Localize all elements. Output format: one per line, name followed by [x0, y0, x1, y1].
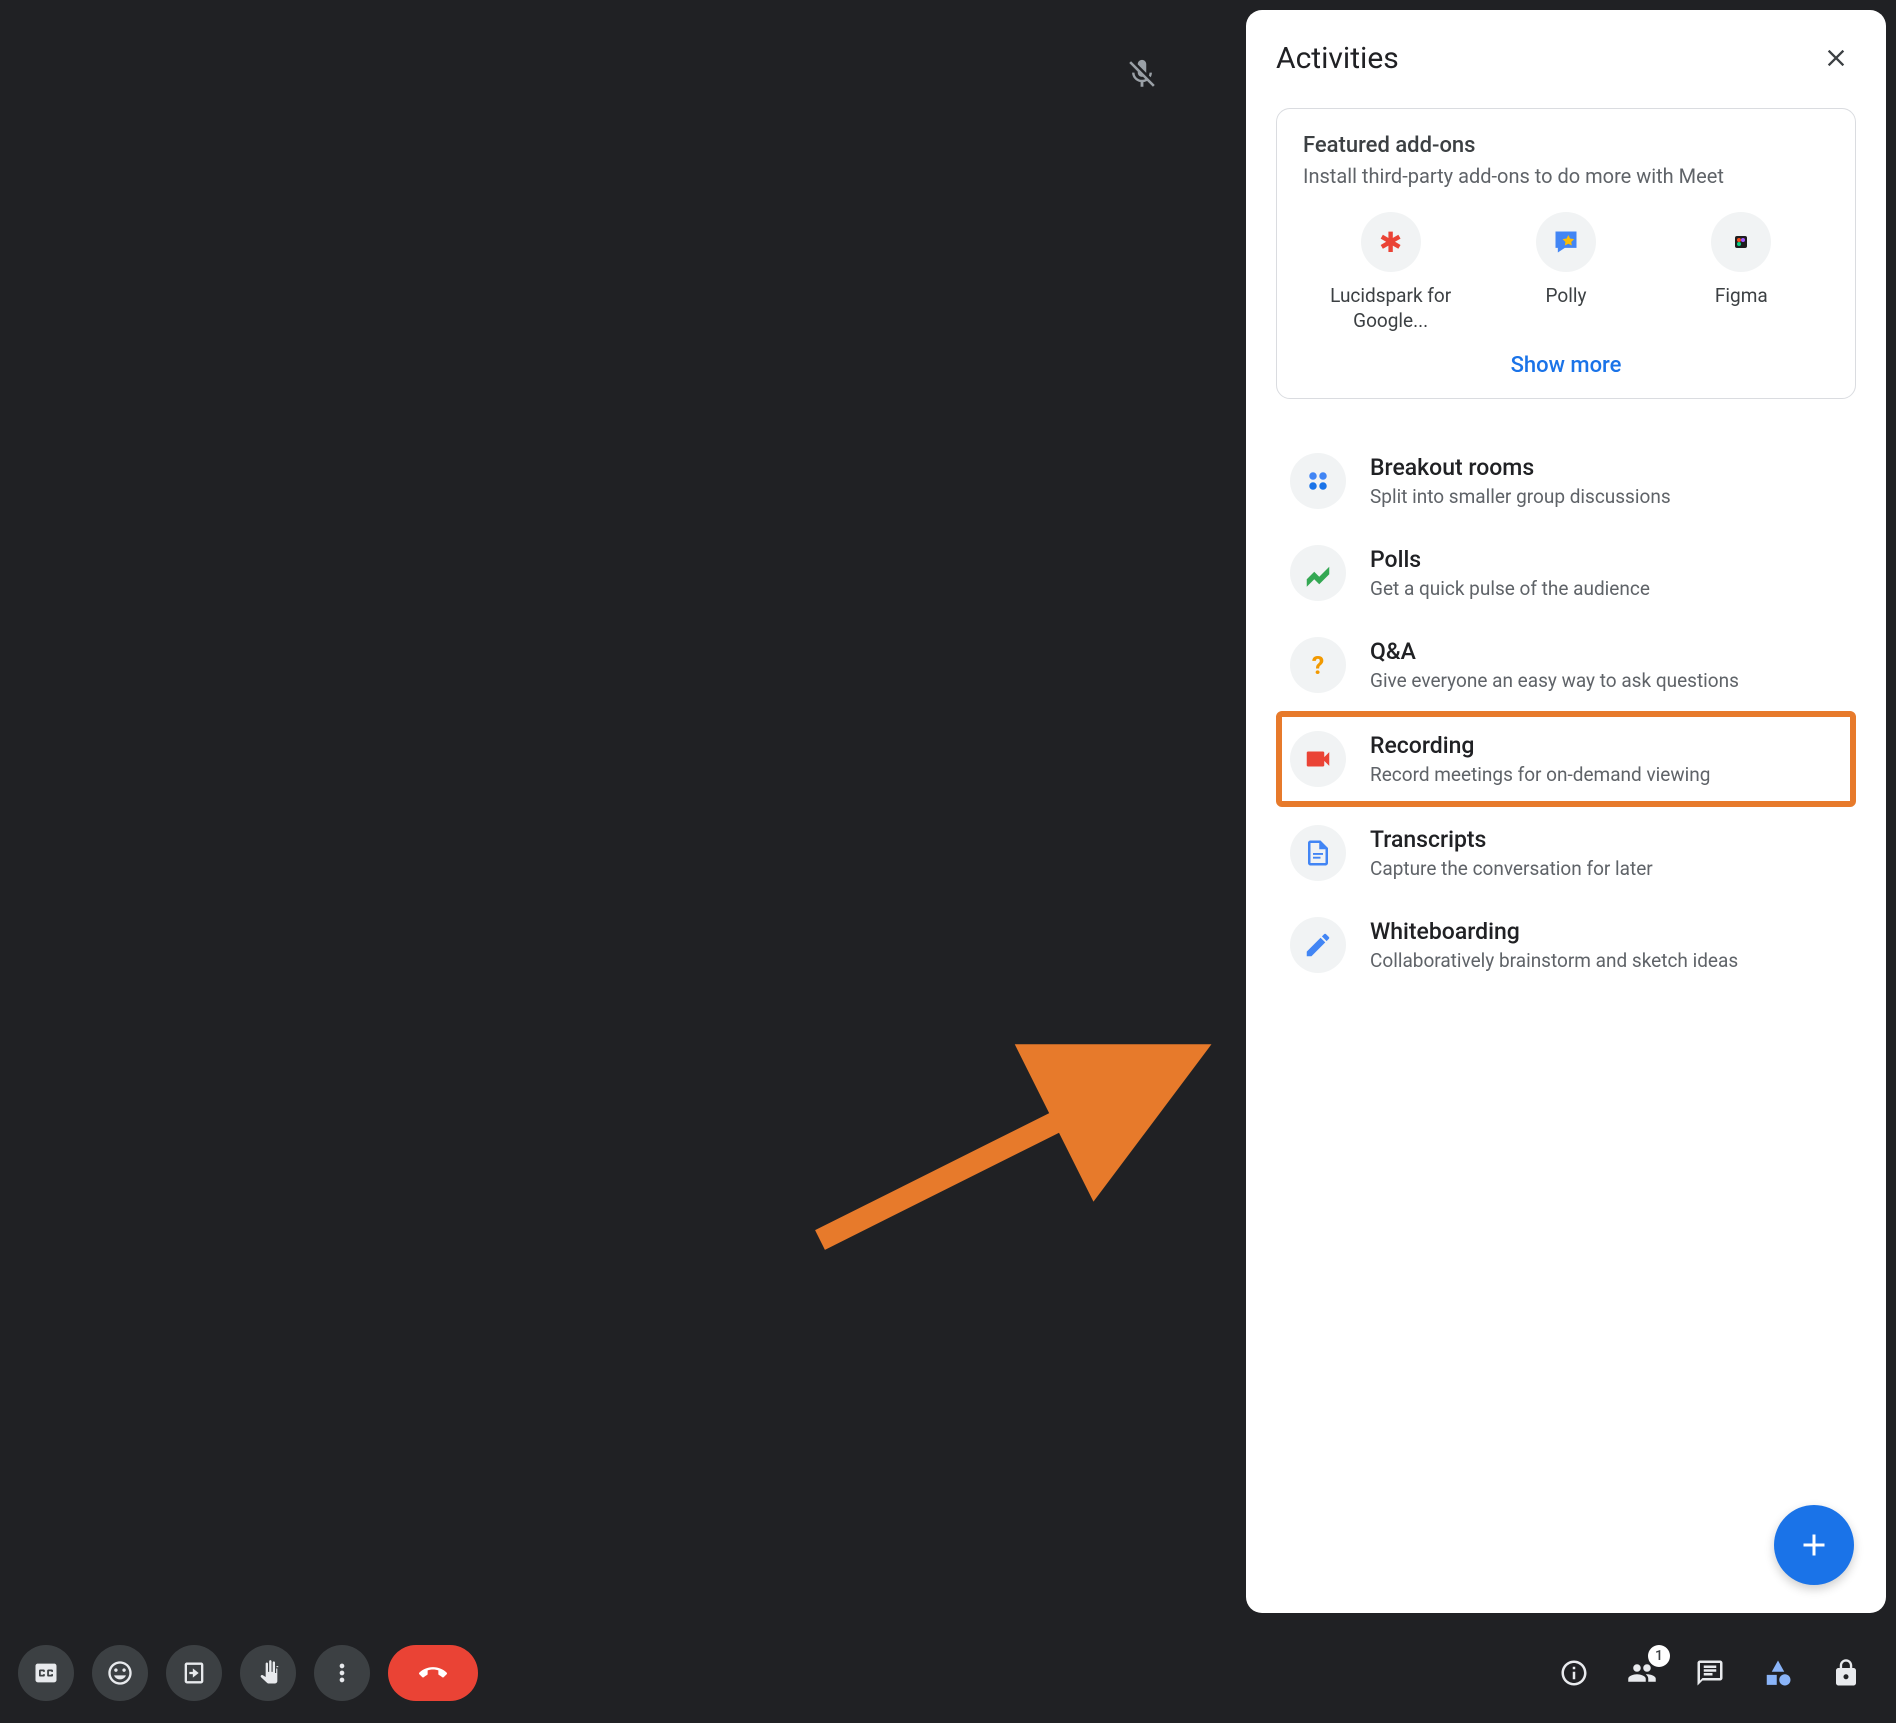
add-fab[interactable]: [1774, 1505, 1854, 1585]
reactions-button[interactable]: [92, 1645, 148, 1701]
activity-desc: Give everyone an easy way to ask questio…: [1370, 669, 1739, 692]
activity-transcripts[interactable]: Transcripts Capture the conversation for…: [1276, 807, 1856, 899]
activity-desc: Record meetings for on-demand viewing: [1370, 763, 1710, 786]
activity-breakout[interactable]: Breakout rooms Split into smaller group …: [1276, 435, 1856, 527]
featured-addons-card: Featured add-ons Install third-party add…: [1276, 108, 1856, 399]
close-button[interactable]: [1816, 38, 1856, 78]
activity-qa[interactable]: ? Q&A Give everyone an easy way to ask q…: [1276, 619, 1856, 711]
lucidspark-icon: ✱: [1361, 212, 1421, 272]
panel-title: Activities: [1276, 41, 1399, 76]
chat-button[interactable]: [1688, 1651, 1732, 1695]
info-button[interactable]: [1552, 1651, 1596, 1695]
activity-text: Q&A Give everyone an easy way to ask que…: [1370, 638, 1739, 692]
addon-lucidspark[interactable]: ✱ Lucidspark for Google...: [1306, 212, 1476, 333]
transcripts-icon: [1290, 825, 1346, 881]
activity-text: Transcripts Capture the conversation for…: [1370, 826, 1653, 880]
panel-header: Activities: [1276, 38, 1856, 78]
activity-text: Recording Record meetings for on-demand …: [1370, 732, 1710, 786]
activity-title: Breakout rooms: [1370, 454, 1671, 481]
activity-title: Transcripts: [1370, 826, 1653, 853]
raise-hand-button[interactable]: [240, 1645, 296, 1701]
qa-icon: ?: [1290, 637, 1346, 693]
activity-desc: Get a quick pulse of the audience: [1370, 577, 1650, 600]
featured-subtitle: Install third-party add-ons to do more w…: [1303, 164, 1829, 188]
addon-label: Figma: [1715, 284, 1768, 309]
activity-text: Whiteboarding Collaboratively brainstorm…: [1370, 918, 1738, 972]
activities-button[interactable]: [1756, 1651, 1800, 1695]
activity-list: Breakout rooms Split into smaller group …: [1276, 435, 1856, 991]
addon-label: Polly: [1546, 284, 1587, 309]
addon-figma[interactable]: Figma: [1656, 212, 1826, 333]
svg-text:?: ?: [1312, 652, 1324, 680]
mic-muted-icon: [1118, 50, 1166, 98]
recording-icon: [1290, 731, 1346, 787]
activity-desc: Collaboratively brainstorm and sketch id…: [1370, 949, 1738, 972]
activity-whiteboard[interactable]: Whiteboarding Collaboratively brainstorm…: [1276, 899, 1856, 991]
people-button[interactable]: 1: [1620, 1651, 1664, 1695]
activity-title: Whiteboarding: [1370, 918, 1738, 945]
participant-badge: 1: [1648, 1645, 1670, 1667]
activity-desc: Capture the conversation for later: [1370, 857, 1653, 880]
activity-recording[interactable]: Recording Record meetings for on-demand …: [1276, 711, 1856, 807]
figma-icon: [1711, 212, 1771, 272]
activity-text: Breakout rooms Split into smaller group …: [1370, 454, 1671, 508]
host-controls-button[interactable]: [1824, 1651, 1868, 1695]
activity-polls[interactable]: Polls Get a quick pulse of the audience: [1276, 527, 1856, 619]
activity-text: Polls Get a quick pulse of the audience: [1370, 546, 1650, 600]
present-button[interactable]: [166, 1645, 222, 1701]
activity-title: Q&A: [1370, 638, 1739, 665]
polls-icon: [1290, 545, 1346, 601]
addons-row: ✱ Lucidspark for Google... Polly Figma: [1303, 212, 1829, 333]
activity-title: Polls: [1370, 546, 1650, 573]
breakout-icon: [1290, 453, 1346, 509]
featured-title: Featured add-ons: [1303, 133, 1829, 158]
bar-right: 1: [1552, 1651, 1878, 1695]
more-options-button[interactable]: [314, 1645, 370, 1701]
activity-desc: Split into smaller group discussions: [1370, 485, 1671, 508]
captions-button[interactable]: [18, 1645, 74, 1701]
activities-panel: Activities Featured add-ons Install thir…: [1246, 10, 1886, 1613]
bar-left: [18, 1645, 478, 1701]
activity-title: Recording: [1370, 732, 1710, 759]
end-call-button[interactable]: [388, 1645, 478, 1701]
addon-label: Lucidspark for Google...: [1306, 284, 1476, 333]
addon-polly[interactable]: Polly: [1481, 212, 1651, 333]
show-more-link[interactable]: Show more: [1303, 353, 1829, 378]
polly-icon: [1536, 212, 1596, 272]
whiteboard-icon: [1290, 917, 1346, 973]
bottom-bar: 1: [0, 1623, 1896, 1723]
